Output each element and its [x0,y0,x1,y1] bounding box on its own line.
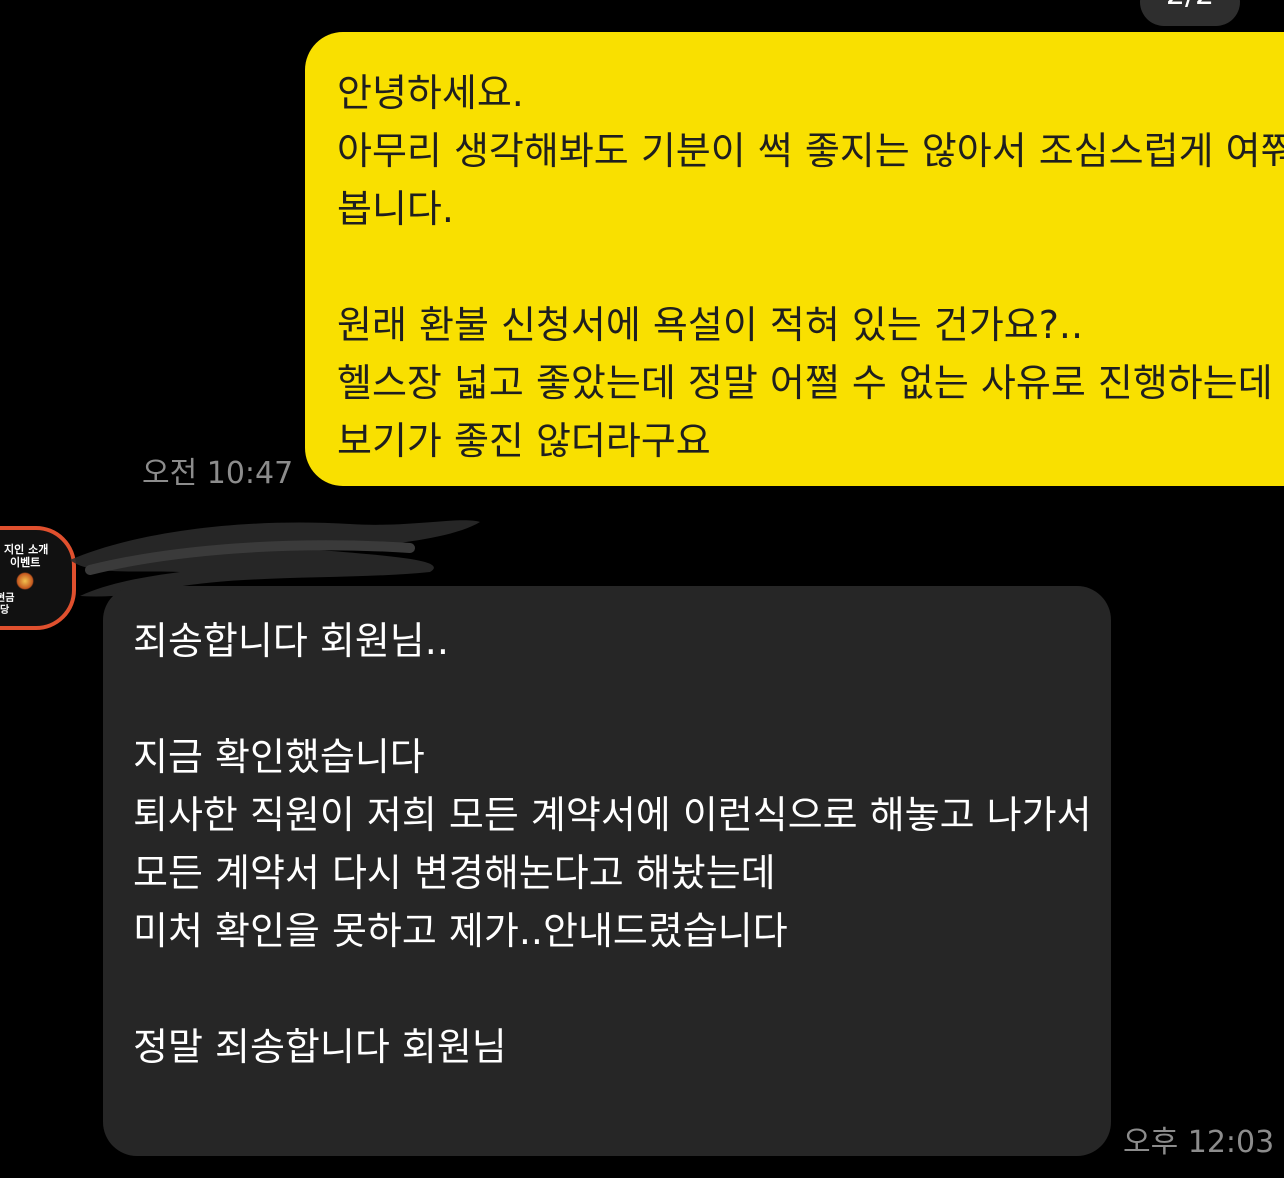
outgoing-message-time: 오전 10:47 [142,456,294,491]
avatar-text-line: 이벤트 [10,556,41,569]
flame-icon [16,572,34,590]
incoming-message-time: 오후 12:03 [1123,1125,1275,1160]
avatar-text-line: 당 [0,605,10,616]
page-indicator: 2/2 [1140,0,1240,26]
outgoing-message-bubble[interactable]: 안녕하세요. 아무리 생각해봐도 기분이 썩 좋지는 않아서 조심스럽게 여쭤봅… [305,32,1284,486]
avatar-text-line: 지인 소개 [4,543,49,556]
incoming-message-bubble[interactable]: 죄송합니다 회원님.. 지금 확인했습니다 퇴사한 직원이 저희 모든 계약서에… [103,586,1111,1156]
